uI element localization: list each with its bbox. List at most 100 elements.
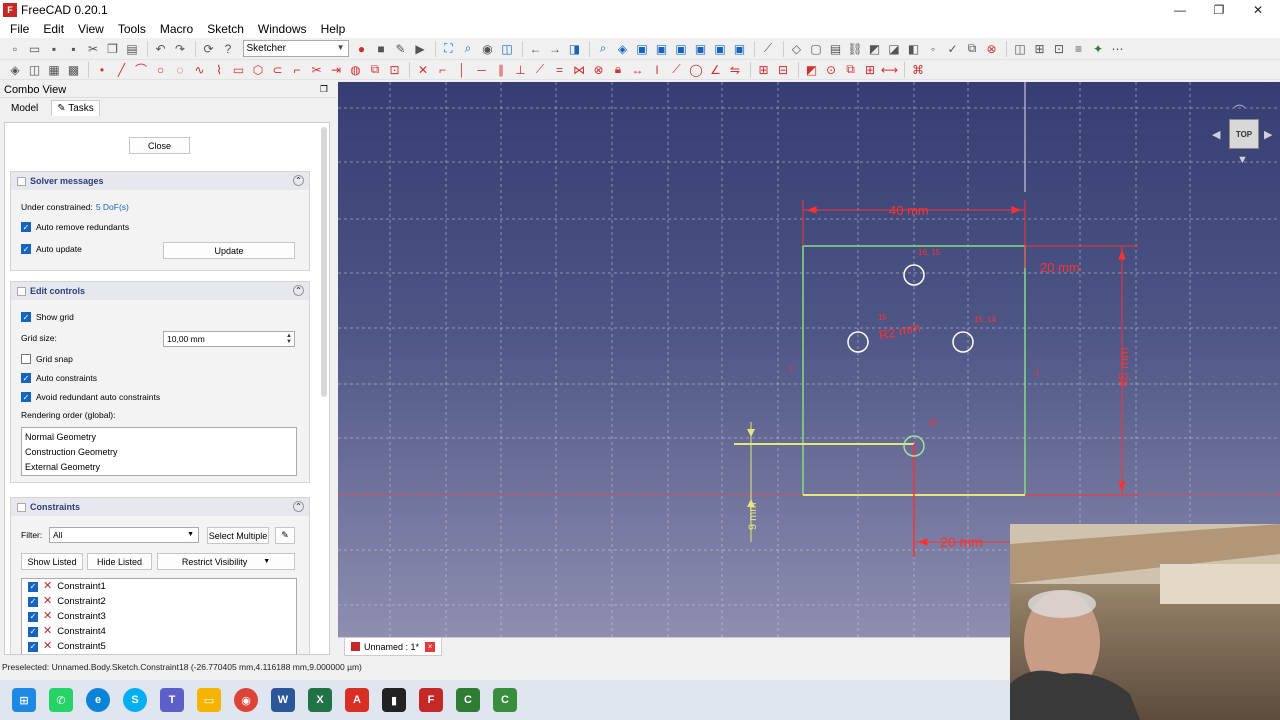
- front-view-icon[interactable]: ▣: [633, 40, 651, 58]
- dim-height-label[interactable]: 45 mm: [1116, 347, 1131, 387]
- array-icon[interactable]: ⊞: [861, 61, 879, 79]
- constraint-item[interactable]: ✓ ✕ Constraint1: [28, 579, 290, 594]
- auto-update-row[interactable]: ✓ Auto update: [21, 244, 82, 254]
- document-tab[interactable]: Unnamed : 1* ×: [344, 638, 443, 656]
- toggle-grid-icon[interactable]: ⊞: [1031, 40, 1049, 58]
- extend-tool-icon[interactable]: ⇥: [327, 61, 345, 79]
- sketch-grid-icon[interactable]: ▦: [45, 61, 63, 79]
- constraint-checkbox[interactable]: ✓: [28, 626, 38, 637]
- dim-bottom-label[interactable]: 20 mm: [940, 534, 983, 550]
- view-section-icon[interactable]: ◫: [1011, 40, 1029, 58]
- save-icon[interactable]: ▪: [45, 40, 63, 58]
- select-conflicting-icon[interactable]: ◩: [803, 61, 821, 79]
- reorient-sketch-icon[interactable]: ◦: [924, 40, 942, 58]
- save-as-icon[interactable]: ▪: [65, 40, 83, 58]
- conic-tool-icon[interactable]: ◌: [171, 61, 189, 79]
- maximize-button[interactable]: ❐: [1199, 0, 1239, 20]
- external-geometry-icon[interactable]: ◍: [347, 61, 365, 79]
- constraint-item[interactable]: ✓ ✕ Constraint2: [28, 594, 290, 609]
- tangent-constraint-icon[interactable]: ⟋: [531, 61, 549, 79]
- constraint-item[interactable]: ✓ ✕ Constraint3: [28, 609, 290, 624]
- slot-tool-icon[interactable]: ⊂: [269, 61, 287, 79]
- draw-style-icon[interactable]: ◉: [479, 40, 497, 58]
- auto-constraints-checkbox[interactable]: ✓: [21, 373, 31, 383]
- file-explorer-icon[interactable]: ▭: [197, 688, 221, 712]
- isometric-view-icon[interactable]: ◈: [614, 40, 632, 58]
- validate-sketch-icon[interactable]: ✓: [944, 40, 962, 58]
- rectangle-tool-icon[interactable]: ▭: [230, 61, 248, 79]
- select-multiple-button[interactable]: Select Multiple: [207, 527, 269, 544]
- make-link-icon[interactable]: ⛓: [846, 40, 864, 58]
- redo-icon[interactable]: ↷: [171, 40, 189, 58]
- sketch-icon[interactable]: ◪: [885, 40, 903, 58]
- selected-dimension[interactable]: 9 mm: [747, 422, 759, 542]
- restrict-visibility-button[interactable]: Restrict Visibility ▼: [157, 553, 295, 570]
- horizontal-distance-icon[interactable]: ↔: [629, 61, 647, 79]
- symmetric-constraint-icon[interactable]: ⋈: [570, 61, 588, 79]
- sketch-snap-icon[interactable]: ▩: [65, 61, 83, 79]
- refresh-icon[interactable]: ⟳: [200, 40, 218, 58]
- menu-macro[interactable]: Macro: [153, 22, 200, 36]
- excel-icon[interactable]: X: [308, 688, 332, 712]
- auto-update-checkbox[interactable]: ✓: [21, 244, 31, 254]
- bounding-box-icon[interactable]: ◫: [498, 40, 516, 58]
- show-listed-button[interactable]: Show Listed: [21, 553, 83, 570]
- constraint-checkbox[interactable]: ✓: [28, 641, 38, 652]
- polygon-tool-icon[interactable]: ⬡: [249, 61, 267, 79]
- dim-radius-label[interactable]: R2 mm: [878, 320, 922, 343]
- list-item[interactable]: Construction Geometry: [25, 445, 293, 460]
- close-window-button[interactable]: ✕: [1238, 0, 1278, 20]
- rotate-arrow-icon[interactable]: ⌒: [1234, 102, 1245, 118]
- equal-constraint-icon[interactable]: =: [551, 61, 569, 79]
- whats-this-icon[interactable]: ?: [219, 40, 237, 58]
- menu-file[interactable]: File: [3, 22, 36, 36]
- dim-top-label[interactable]: 40 mm: [889, 203, 929, 218]
- close-sketch-button[interactable]: Close: [129, 137, 190, 154]
- macro-run-icon[interactable]: ▶: [411, 40, 429, 58]
- teams-icon[interactable]: T: [160, 688, 184, 712]
- zoom-box-icon[interactable]: ⌕: [594, 40, 612, 58]
- hole-circle-right[interactable]: [952, 331, 974, 353]
- hide-listed-button[interactable]: Hide Listed: [87, 553, 152, 570]
- task-panel-scrollbar[interactable]: [321, 127, 327, 397]
- line-tool-icon[interactable]: ╱: [113, 61, 131, 79]
- fillet-tool-icon[interactable]: ⌐: [288, 61, 306, 79]
- constraint-checkbox[interactable]: ✓: [28, 596, 38, 607]
- fit-all-icon[interactable]: ⛶: [440, 40, 458, 58]
- start-icon[interactable]: ⊞: [12, 688, 36, 712]
- solver-messages-header[interactable]: Solver messages ⌃: [11, 172, 309, 190]
- new-file-icon[interactable]: ▫: [6, 40, 24, 58]
- constraint-tools-icon[interactable]: ✦: [1089, 40, 1107, 58]
- macro-record-icon[interactable]: ●: [353, 40, 371, 58]
- close-tab-icon[interactable]: ×: [425, 641, 436, 652]
- symmetry-icon[interactable]: ⟷: [881, 61, 899, 79]
- macro-edit-icon[interactable]: ✎: [392, 40, 410, 58]
- tab-tasks[interactable]: ✎ Tasks: [51, 100, 100, 116]
- macro-stop-icon[interactable]: ■: [372, 40, 390, 58]
- skype-icon[interactable]: S: [123, 688, 147, 712]
- create-part-icon[interactable]: ▢: [807, 40, 825, 58]
- auto-remove-checkbox[interactable]: ✓: [21, 222, 31, 232]
- toggle-snap-icon[interactable]: ⊡: [1050, 40, 1068, 58]
- edge-icon[interactable]: e: [86, 688, 110, 712]
- perpendicular-constraint-icon[interactable]: ⊥: [512, 61, 530, 79]
- right-view-icon[interactable]: ▣: [672, 40, 690, 58]
- camtasia-icon[interactable]: C: [456, 688, 480, 712]
- workbench-link-icon[interactable]: ◨: [566, 40, 584, 58]
- circle-tool-icon[interactable]: ○: [152, 61, 170, 79]
- grid-snap-row[interactable]: Grid snap: [21, 354, 73, 364]
- bspline-tools-icon[interactable]: ⌘: [909, 61, 927, 79]
- acrobat-icon[interactable]: A: [345, 688, 369, 712]
- show-grid-checkbox[interactable]: ✓: [21, 312, 31, 322]
- fit-selection-icon[interactable]: ⌕: [459, 40, 477, 58]
- menu-edit[interactable]: Edit: [36, 22, 71, 36]
- menu-help[interactable]: Help: [314, 22, 353, 36]
- copy-icon[interactable]: ❐: [104, 40, 122, 58]
- point-on-object-icon[interactable]: ⌐: [434, 61, 452, 79]
- rendering-order-icon[interactable]: ≡: [1070, 40, 1088, 58]
- dofs-link[interactable]: 5 DoF(s): [96, 202, 129, 212]
- link-actions-icon[interactable]: ◩: [866, 40, 884, 58]
- filter-select[interactable]: All ▼: [49, 527, 199, 543]
- auto-constraints-row[interactable]: ✓ Auto constraints: [21, 373, 97, 383]
- vertical-constraint-icon[interactable]: │: [453, 61, 471, 79]
